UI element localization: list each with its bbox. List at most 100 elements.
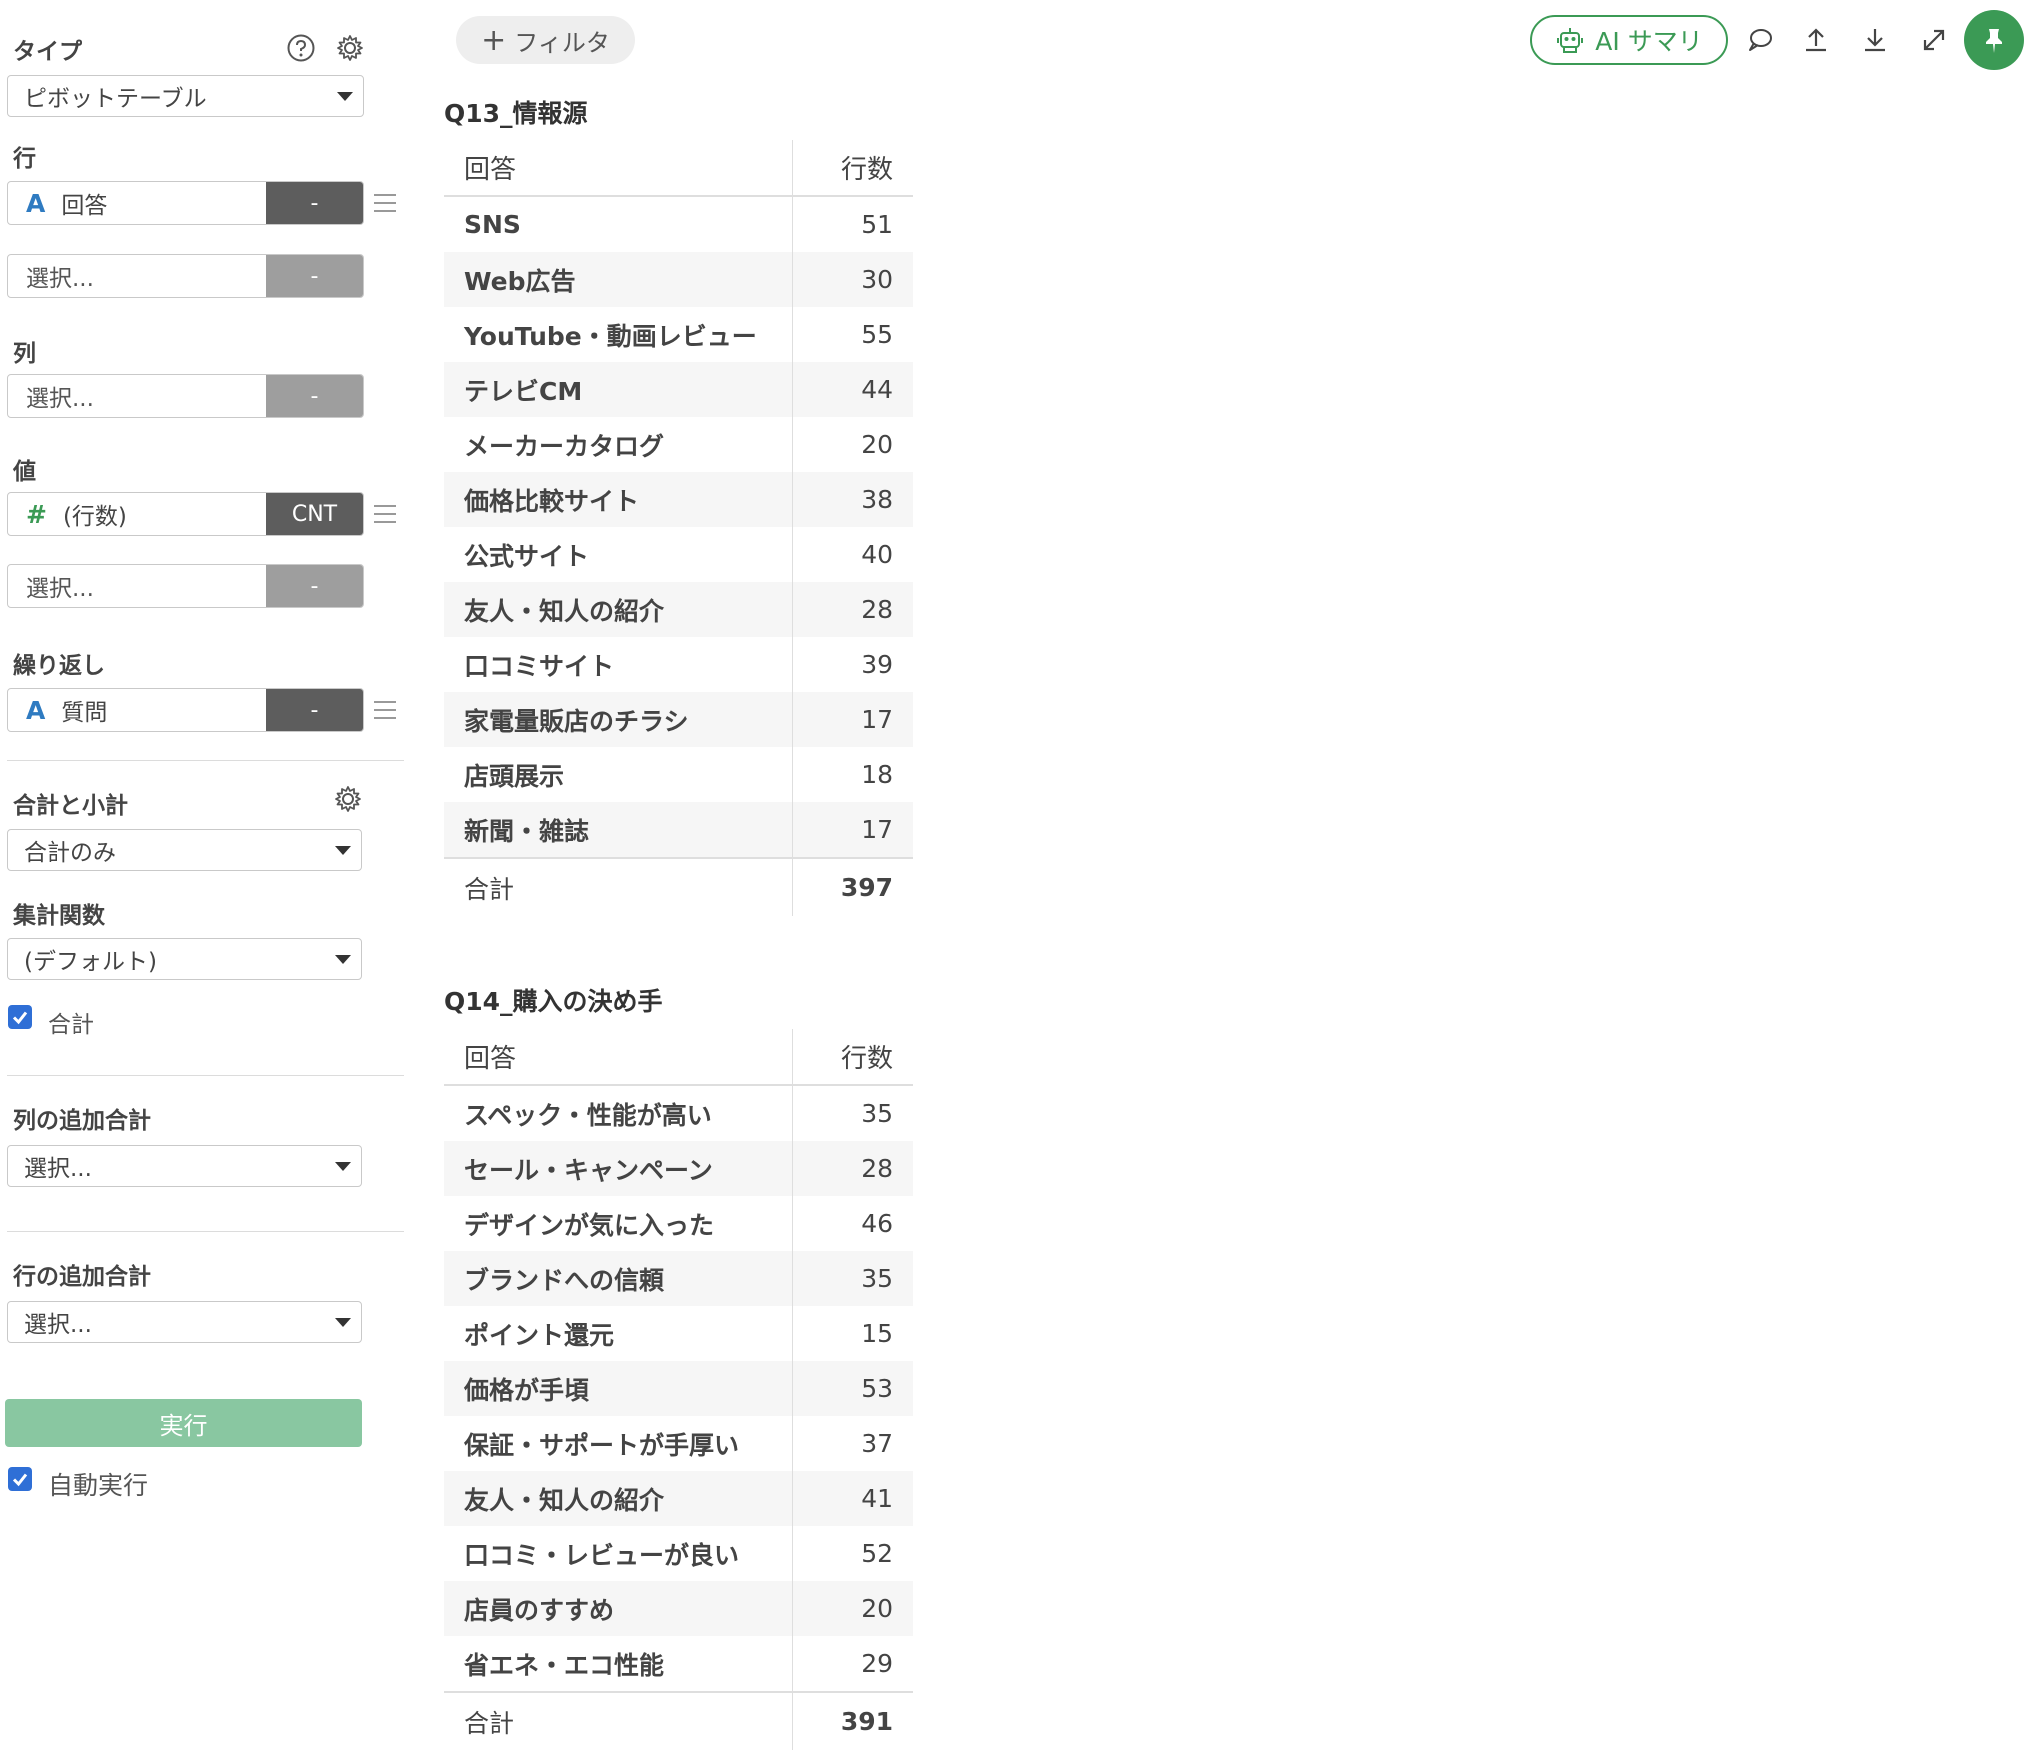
row-empty-agg-button[interactable]: - <box>266 255 363 297</box>
table-title: Q13_情報源 <box>444 99 588 128</box>
row-label: 友人・知人の紹介 <box>444 1471 793 1526</box>
repeat-agg-button[interactable]: - <box>266 689 363 731</box>
row-value: 37 <box>861 1429 893 1458</box>
row-label: 公式サイト <box>444 527 793 582</box>
row-label: 価格比較サイト <box>444 472 793 527</box>
expand-icon[interactable] <box>1916 22 1952 58</box>
header-answer[interactable]: 回答 <box>444 140 793 195</box>
totals-select[interactable]: 合計のみ <box>7 829 362 871</box>
value-agg-button[interactable]: CNT <box>266 493 363 535</box>
repeat-field-question[interactable]: A 質問 - <box>7 688 364 732</box>
row-extra-label: 行の追加合計 <box>13 1264 151 1290</box>
chevron-down-icon <box>335 846 351 855</box>
table-row: 口コミサイト 39 <box>444 637 913 692</box>
table-row: メーカーカタログ 20 <box>444 417 913 472</box>
drag-handle-icon[interactable] <box>374 194 396 212</box>
gear-icon[interactable] <box>331 782 365 816</box>
pin-button[interactable] <box>1964 10 2024 70</box>
auto-run-label: 自動実行 <box>48 1471 149 1500</box>
divider <box>7 1231 404 1232</box>
row-field-answer[interactable]: A 回答 - <box>7 181 364 225</box>
table-row: 家電量販店のチラシ 17 <box>444 692 913 747</box>
row-field-empty[interactable]: 選択... - <box>7 254 364 298</box>
type-select[interactable]: ピボットテーブル <box>7 75 364 117</box>
drag-handle-icon[interactable] <box>374 505 396 523</box>
row-value: 40 <box>861 540 893 569</box>
drag-handle-icon[interactable] <box>374 701 396 719</box>
table-row: 口コミ・レビューが良い 52 <box>444 1526 913 1581</box>
row-label: ブランドへの信頼 <box>444 1251 793 1306</box>
table-row: 友人・知人の紹介 41 <box>444 1471 913 1526</box>
row-value: 35 <box>861 1099 893 1128</box>
header-count[interactable]: 行数 <box>793 1029 913 1084</box>
auto-run-checkbox[interactable] <box>8 1467 32 1491</box>
row-value: 28 <box>861 595 893 624</box>
comment-icon[interactable] <box>1742 22 1778 58</box>
table-header: 回答 行数 <box>444 140 913 197</box>
row-value: 30 <box>861 265 893 294</box>
row-value: 41 <box>861 1484 893 1513</box>
row-value: 39 <box>861 650 893 679</box>
filter-label: フィルタ <box>514 28 610 57</box>
row-value: 53 <box>861 1374 893 1403</box>
add-filter-button[interactable]: + フィルタ <box>456 16 635 64</box>
row-value: 46 <box>861 1209 893 1238</box>
upload-icon[interactable] <box>1798 22 1834 58</box>
table-row: SNS 51 <box>444 197 913 252</box>
value-field-name: (行数) <box>62 504 127 530</box>
row-label: 店頭展示 <box>444 747 793 802</box>
row-value: 20 <box>861 1594 893 1623</box>
settings-sidebar: タイプ ピボットテーブル 行 A 回答 - 選択... - 列 選択... - 値… <box>0 0 410 1758</box>
row-label: スペック・性能が高い <box>444 1086 793 1141</box>
row-label: SNS <box>444 197 793 252</box>
row-extra-select-value: 選択... <box>24 1312 92 1338</box>
column-field-empty[interactable]: 選択... - <box>7 374 364 418</box>
header-answer[interactable]: 回答 <box>444 1029 793 1084</box>
row-label: 省エネ・エコ性能 <box>444 1636 793 1691</box>
chevron-down-icon <box>335 1318 351 1327</box>
column-agg-button[interactable]: - <box>266 375 363 417</box>
robot-icon <box>1557 28 1584 53</box>
table-row: 保証・サポートが手厚い 37 <box>444 1416 913 1471</box>
aggfunc-label: 集計関数 <box>13 903 105 929</box>
ai-summary-button[interactable]: AI サマリ <box>1530 15 1728 65</box>
run-button[interactable]: 実行 <box>5 1399 362 1447</box>
row-label: Web広告 <box>444 252 793 307</box>
value-empty-agg-button[interactable]: - <box>266 565 363 607</box>
repeat-label: 繰り返し <box>13 653 105 679</box>
row-label: 友人・知人の紹介 <box>444 582 793 637</box>
total-label: 合計 <box>444 859 793 916</box>
total-checkbox[interactable] <box>8 1005 32 1029</box>
row-value: 55 <box>861 320 893 349</box>
header-count[interactable]: 行数 <box>793 140 913 195</box>
gear-icon[interactable] <box>333 31 367 65</box>
columns-label: 列 <box>13 341 36 367</box>
value-field-empty[interactable]: 選択... - <box>7 564 364 608</box>
aggfunc-select[interactable]: (デフォルト) <box>7 938 362 980</box>
row-value: 52 <box>861 1539 893 1568</box>
row-label: ポイント還元 <box>444 1306 793 1361</box>
row-agg-button[interactable]: - <box>266 182 363 224</box>
chevron-down-icon <box>335 955 351 964</box>
total-row: 合計 391 <box>444 1691 913 1750</box>
table-row: 価格が手頃 53 <box>444 1361 913 1416</box>
row-label: メーカーカタログ <box>444 417 793 472</box>
total-value: 397 <box>840 873 893 902</box>
table-row: 友人・知人の紹介 28 <box>444 582 913 637</box>
row-value: 18 <box>861 760 893 789</box>
row-label: デザインが気に入った <box>444 1196 793 1251</box>
row-value: 29 <box>861 1649 893 1678</box>
table-row: スペック・性能が高い 35 <box>444 1086 913 1141</box>
ai-summary-label: AI サマリ <box>1595 27 1703 56</box>
help-icon[interactable] <box>284 31 318 65</box>
table-row: 新聞・雑誌 17 <box>444 802 913 857</box>
pivot-table-q14: 回答 行数 スペック・性能が高い 35 セール・キャンペーン 28 デザインが気に入… <box>444 1029 913 1750</box>
col-extra-select[interactable]: 選択... <box>7 1145 362 1187</box>
download-icon[interactable] <box>1857 22 1893 58</box>
chevron-down-icon <box>335 1162 351 1171</box>
row-extra-select[interactable]: 選択... <box>7 1301 362 1343</box>
divider <box>7 760 404 761</box>
value-field-count[interactable]: # (行数) CNT <box>7 492 364 536</box>
row-label: セール・キャンペーン <box>444 1141 793 1196</box>
row-select-placeholder: 選択... <box>26 266 94 292</box>
